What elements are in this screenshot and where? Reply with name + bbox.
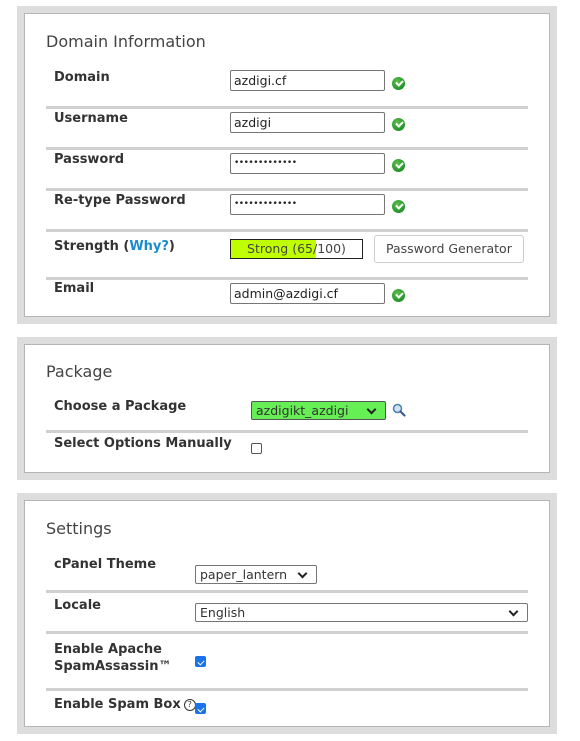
strength-row: Strength (Why?) Strong (65/100) Password… — [46, 232, 528, 280]
domain-information-card: Domain Information Domain azdigi.cf User… — [24, 13, 550, 317]
select-options-manually-checkbox[interactable] — [251, 443, 262, 454]
choose-package-label: Choose a Package — [54, 399, 187, 414]
domain-input[interactable]: azdigi.cf — [230, 70, 385, 91]
cpanel-theme-select[interactable]: paper_lantern — [195, 565, 317, 584]
search-icon[interactable] — [392, 402, 406, 417]
domain-row: Domain azdigi.cf — [46, 64, 528, 109]
strength-meter-text: Strong (65/100) — [247, 241, 346, 256]
cpanel-theme-label: cPanel Theme — [54, 557, 157, 572]
help-icon[interactable]: ? — [183, 699, 196, 711]
retype-password-row: Re-type Password ••••••••••••• — [46, 191, 528, 232]
retype-password-input[interactable]: ••••••••••••• — [230, 194, 385, 215]
password-generator-button[interactable]: Password Generator — [374, 235, 524, 263]
username-label: Username — [54, 111, 128, 126]
panel-title: Settings — [46, 519, 112, 538]
spamassassin-checkbox[interactable] — [195, 656, 206, 667]
strength-label: Strength (Why?) — [54, 239, 175, 254]
check-ok-icon — [392, 77, 405, 90]
spamassassin-label-line1: Enable Apache — [54, 642, 162, 657]
spam-box-label-text: Enable Spam Box — [54, 697, 181, 712]
package-select-value: azdigikt_azdigi — [256, 403, 349, 418]
domain-label: Domain — [54, 70, 110, 85]
locale-value: English — [200, 605, 246, 620]
check-ok-icon — [392, 118, 405, 131]
username-input[interactable]: azdigi — [230, 112, 385, 133]
email-row: Email admin@azdigi.cf — [46, 280, 528, 320]
check-ok-icon — [392, 159, 405, 172]
settings-panel: Settings cPanel Theme paper_lantern Loca… — [17, 493, 557, 734]
choose-package-row: Choose a Package azdigikt_azdigi — [46, 393, 528, 433]
password-row: Password ••••••••••••• — [46, 150, 528, 191]
why-link[interactable]: Why? — [129, 239, 169, 254]
package-select[interactable]: azdigikt_azdigi — [251, 401, 386, 420]
package-card: Package Choose a Package azdigikt_azdigi… — [24, 344, 550, 473]
email-label: Email — [54, 281, 95, 296]
spam-box-row: Enable Spam Box? — [46, 691, 528, 729]
panel-title: Domain Information — [46, 32, 206, 51]
panel-title: Package — [46, 362, 113, 381]
package-panel: Package Choose a Package azdigikt_azdigi… — [17, 337, 557, 480]
domain-information-panel: Domain Information Domain azdigi.cf User… — [17, 6, 557, 324]
email-input[interactable]: admin@azdigi.cf — [230, 283, 385, 304]
locale-label: Locale — [54, 598, 101, 613]
locale-row: Locale English — [46, 593, 528, 634]
password-strength-meter: Strong (65/100) — [230, 239, 363, 259]
strength-label-text: Strength ( — [54, 239, 130, 254]
spam-box-checkbox[interactable] — [195, 703, 206, 714]
select-options-manually-row: Select Options Manually — [46, 433, 528, 471]
strength-label-end: ) — [168, 239, 175, 254]
password-label: Password — [54, 152, 125, 167]
select-options-manually-label: Select Options Manually — [54, 436, 232, 451]
username-row: Username azdigi — [46, 109, 528, 150]
chevron-down-icon — [508, 606, 519, 617]
password-input[interactable]: ••••••••••••• — [230, 153, 385, 174]
settings-card: Settings cPanel Theme paper_lantern Loca… — [24, 500, 550, 727]
locale-select[interactable]: English — [195, 603, 528, 622]
check-ok-icon — [392, 200, 405, 213]
retype-password-label: Re-type Password — [54, 193, 186, 208]
chevron-down-icon — [366, 404, 377, 415]
cpanel-theme-row: cPanel Theme paper_lantern — [46, 551, 528, 593]
spamassassin-label-line2: SpamAssassin™ — [54, 659, 172, 674]
spamassassin-label: Enable Apache SpamAssassin™ — [54, 641, 171, 675]
chevron-down-icon — [297, 568, 308, 579]
spamassassin-row: Enable Apache SpamAssassin™ — [46, 634, 528, 691]
spam-box-label: Enable Spam Box? — [54, 697, 196, 712]
check-ok-icon — [392, 289, 405, 302]
cpanel-theme-value: paper_lantern — [200, 567, 288, 582]
